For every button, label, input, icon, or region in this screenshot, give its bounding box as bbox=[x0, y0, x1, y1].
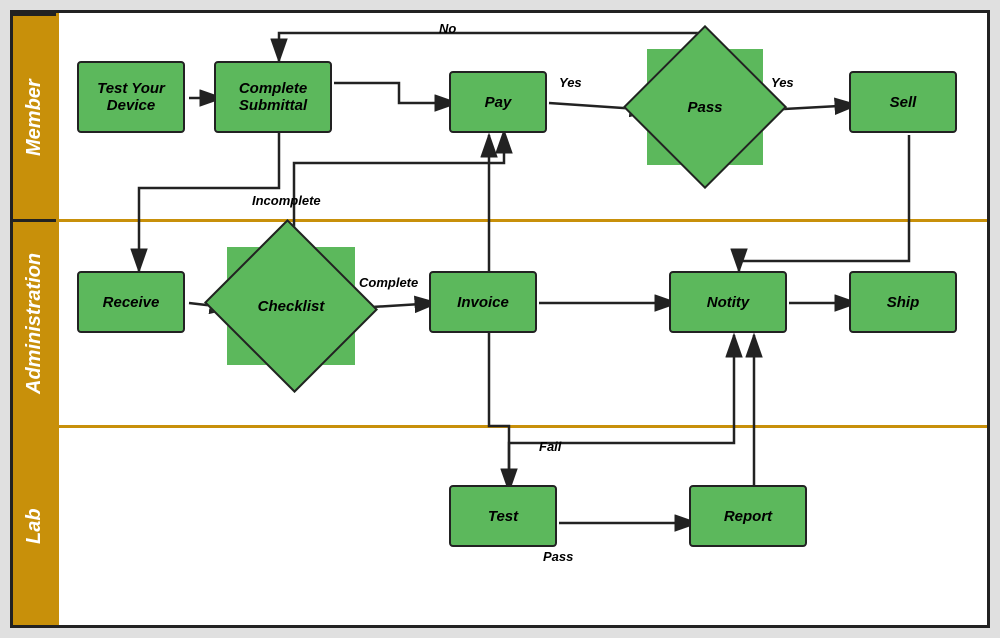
ship-box: Ship bbox=[849, 271, 957, 333]
report-label: Report bbox=[724, 508, 772, 525]
pay-label: Pay bbox=[485, 94, 512, 111]
receive-box: Receive bbox=[77, 271, 185, 333]
complete-submittal-label: CompleteSubmittal bbox=[239, 80, 307, 114]
sell-label: Sell bbox=[890, 94, 917, 111]
notity-box: Notity bbox=[669, 271, 787, 333]
incomplete-arrow-label: Incomplete bbox=[252, 193, 321, 208]
sell-box: Sell bbox=[849, 71, 957, 133]
lane-divider-2 bbox=[59, 425, 987, 428]
checklist-diamond: Checklist bbox=[227, 247, 355, 365]
swimlanes-labels: Member Administration Lab bbox=[13, 13, 59, 625]
invoice-label: Invoice bbox=[457, 294, 509, 311]
lane-divider-1 bbox=[59, 219, 987, 222]
test-your-device-box: Test YourDevice bbox=[77, 61, 185, 133]
diagram-wrapper: Member Administration Lab bbox=[10, 10, 990, 628]
report-box: Report bbox=[689, 485, 807, 547]
complete-submittal-box: CompleteSubmittal bbox=[214, 61, 332, 133]
checklist-label: Checklist bbox=[258, 298, 325, 315]
test-your-device-label: Test YourDevice bbox=[97, 80, 165, 114]
pass-lab-arrow-label: Pass bbox=[543, 549, 573, 564]
pay-box: Pay bbox=[449, 71, 547, 133]
yes-sell-arrow-label: Yes bbox=[771, 75, 794, 90]
test-label: Test bbox=[488, 508, 518, 525]
lane-label-member: Member bbox=[13, 13, 56, 219]
lane-label-administration: Administration bbox=[13, 219, 56, 425]
receive-label: Receive bbox=[103, 294, 160, 311]
test-box: Test bbox=[449, 485, 557, 547]
invoice-box: Invoice bbox=[429, 271, 537, 333]
lane-label-lab: Lab bbox=[13, 425, 56, 625]
no-arrow-label: No bbox=[439, 21, 456, 36]
diagram-content: Test YourDevice CompleteSubmittal Pay Pa… bbox=[59, 13, 987, 625]
pass-label: Pass bbox=[687, 99, 722, 116]
complete-arrow-label: Complete bbox=[359, 275, 418, 290]
yes-pay-arrow-label: Yes bbox=[559, 75, 582, 90]
notity-label: Notity bbox=[707, 294, 750, 311]
ship-label: Ship bbox=[887, 294, 920, 311]
pass-diamond: Pass bbox=[647, 49, 763, 165]
fail-arrow-label: Fail bbox=[539, 439, 561, 454]
